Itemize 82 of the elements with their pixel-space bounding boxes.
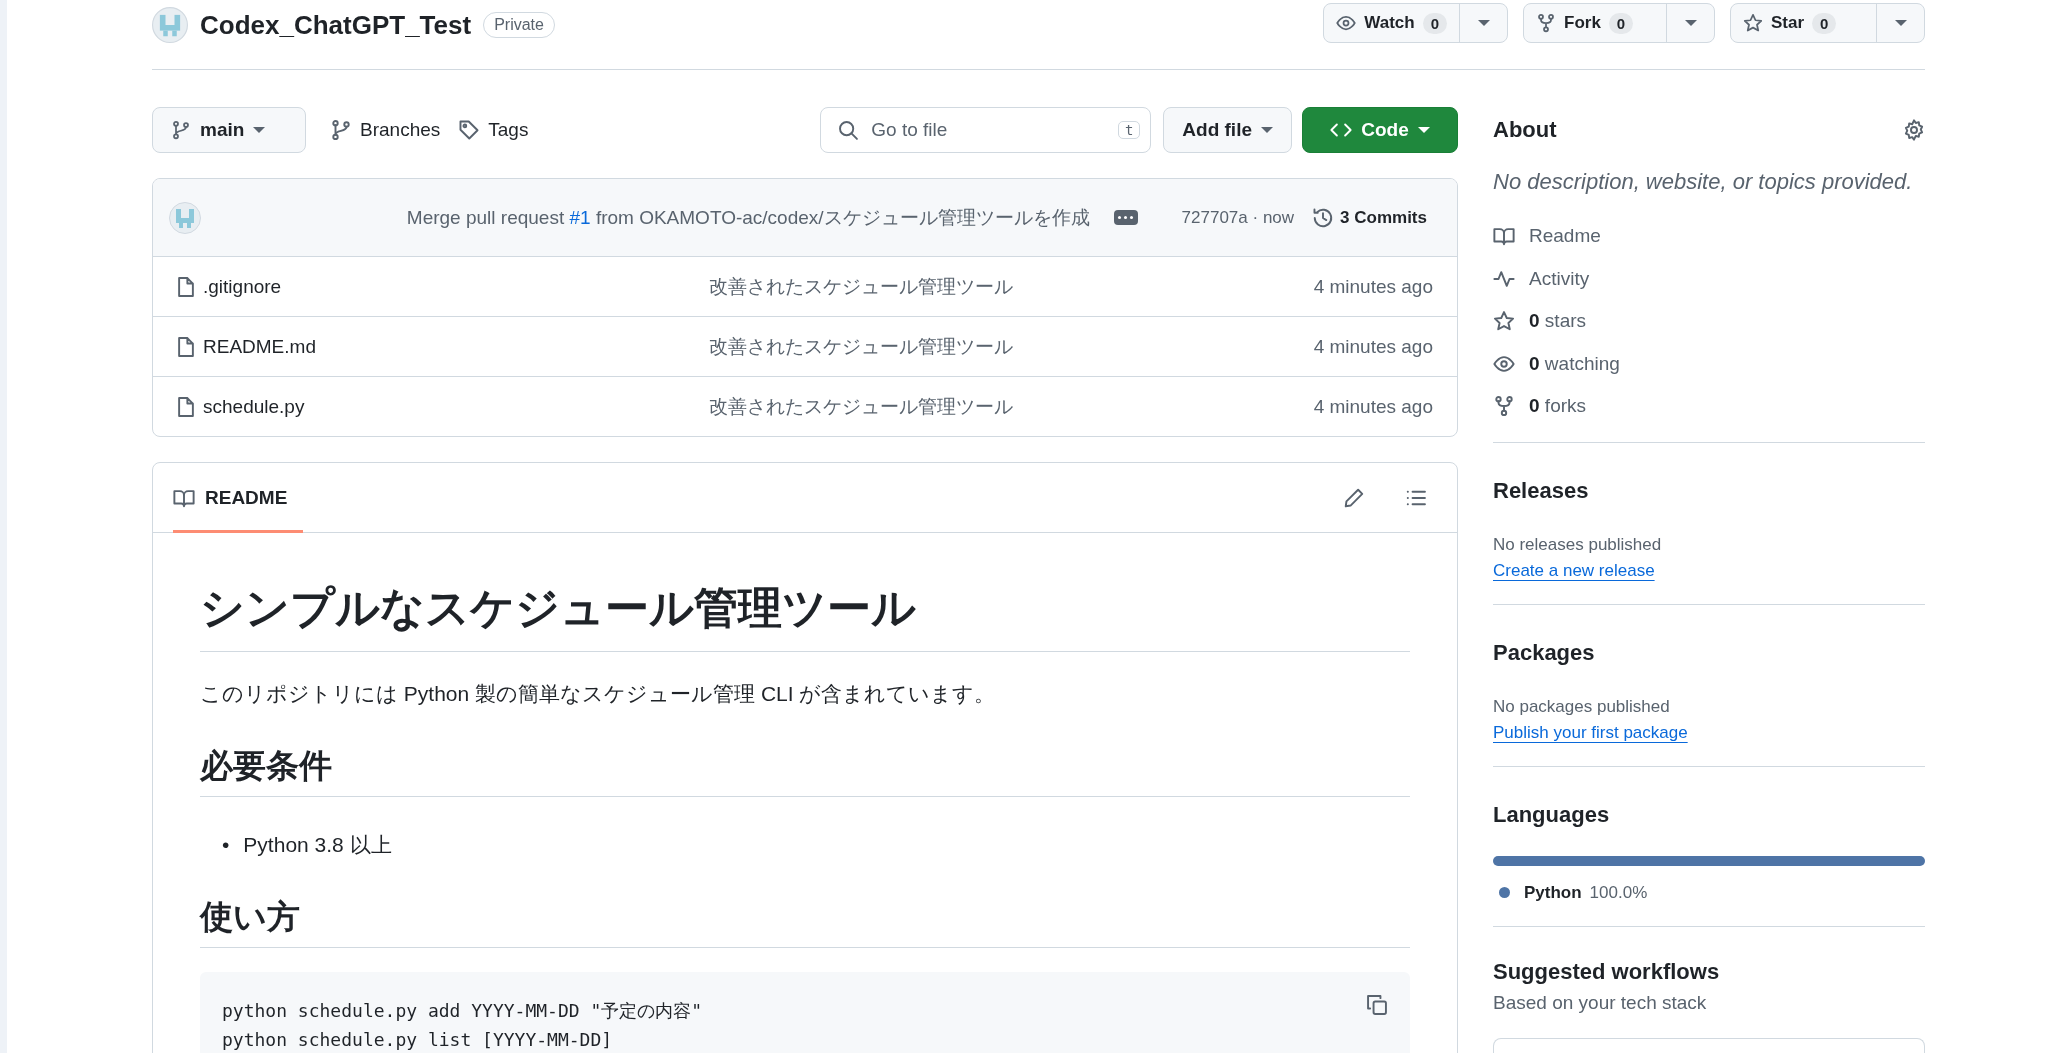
create-link[interactable]: Publish your first package: [1493, 722, 1688, 742]
shortcut-key: t: [1117, 121, 1141, 139]
branch-selector[interactable]: main: [152, 107, 306, 153]
star-icon: [1743, 13, 1763, 33]
readme-heading: シンプルなスケジュール管理ツール: [200, 581, 1410, 652]
file-icon: [175, 335, 197, 358]
commit-message: Merge pull request #1 from OKAMOTO-ac/codex/スケジュール管理ツールを作成: [406, 205, 1090, 230]
language-name[interactable]: Python: [1524, 882, 1582, 903]
commit-time: 4 minutes ago: [1313, 395, 1433, 418]
section-title: Packages: [1493, 639, 1595, 666]
eye-icon: [1336, 13, 1357, 33]
section-subtitle: Based on your tech stack: [1493, 991, 1708, 1014]
search-icon: [837, 119, 860, 141]
settings-button[interactable]: [1903, 119, 1925, 141]
avatar-icon: [169, 201, 201, 234]
commits-link[interactable]: 3 Commits: [1312, 206, 1427, 229]
pull-request-link[interactable]: #1: [569, 206, 591, 228]
pencil-icon: [1343, 486, 1365, 509]
language-percent: 100.0%: [1589, 882, 1648, 903]
caret-icon: [253, 127, 266, 133]
commit-message[interactable]: 改善されたスケジュール管理ツール: [709, 393, 1013, 420]
create-link[interactable]: Create a new release: [1493, 560, 1655, 580]
expand-button[interactable]: [1113, 210, 1138, 225]
commit-time: 4 minutes ago: [1313, 275, 1433, 298]
readme-tab[interactable]: README: [173, 463, 304, 533]
repo-name[interactable]: Codex_ChatGPT_Test: [200, 9, 472, 41]
branch-icon: [171, 120, 191, 140]
search-field[interactable]: Go to file t: [820, 107, 1152, 153]
avatar-icon: [152, 7, 188, 43]
empty-message: No packages published: [1493, 695, 1671, 718]
nav-link[interactable]: Tags: [454, 119, 533, 141]
section-title: Releases: [1493, 477, 1589, 504]
action-button[interactable]: Fork 0: [1524, 4, 1646, 42]
tag-icon: [458, 119, 481, 141]
file-name[interactable]: README.md: [203, 335, 316, 358]
book-icon: [173, 487, 195, 509]
file-name[interactable]: .gitignore: [203, 275, 282, 298]
empty-message: No releases published: [1493, 533, 1663, 556]
about-link[interactable]: Activity: [1493, 257, 1590, 300]
search-input[interactable]: Go to file: [869, 118, 1108, 142]
caret-icon: [1894, 20, 1907, 26]
file-name[interactable]: schedule.py: [203, 395, 305, 418]
about-link[interactable]: 0 stars: [1493, 300, 1587, 343]
readme-paragraph: このリポジトリには Python 製の簡単なスケジュール管理 CLI が含まれています。: [200, 681, 997, 707]
caret-icon: [1417, 127, 1430, 133]
counter: 0: [1422, 12, 1447, 34]
caret-icon: [1684, 20, 1697, 26]
fork-icon: [1493, 395, 1515, 418]
section-title: About: [1493, 117, 1557, 143]
code-button[interactable]: Code: [1302, 107, 1458, 153]
list-item: Python 3.8 以上: [243, 832, 392, 858]
clock-icon: [1312, 206, 1335, 229]
nav-link[interactable]: Branches: [326, 119, 445, 141]
star-icon: [1493, 310, 1515, 333]
section-heading: 必要条件: [200, 746, 1410, 797]
action-button[interactable]: Star 0: [1731, 4, 1849, 42]
settings-icon: [1903, 119, 1925, 141]
commit-time: 4 minutes ago: [1313, 335, 1433, 358]
book-icon: [1493, 225, 1515, 248]
file-icon: [175, 275, 197, 298]
section-title: Suggested workflows: [1493, 958, 1720, 985]
section-heading: 使い方: [200, 896, 1410, 948]
counter: 0: [1608, 12, 1634, 34]
about-link[interactable]: 0 watching: [1493, 342, 1620, 385]
caret-icon: [1261, 127, 1273, 133]
commit-message[interactable]: 改善されたスケジュール管理ツール: [709, 333, 1013, 360]
branch-icon: [330, 119, 352, 141]
list-bullet: •: [222, 832, 230, 858]
action-button[interactable]: Watch 0: [1324, 4, 1459, 42]
caret-icon: [1477, 20, 1490, 26]
about-link[interactable]: Readme: [1493, 215, 1601, 258]
file-icon: [175, 395, 197, 418]
about-link[interactable]: 0 forks: [1493, 385, 1587, 428]
section-title: Languages: [1493, 801, 1610, 828]
commit-hash[interactable]: 727707a · now: [1181, 207, 1295, 228]
about-description: No description, website, or topics provided.: [1493, 168, 1914, 196]
fork-icon: [1536, 13, 1556, 33]
add-file-button[interactable]: Add file: [1163, 107, 1292, 153]
code-text: python schedule.py add YYYY-MM-DD "予定の内容" python schedule.py list [YYYY-MM-DD]: [222, 998, 703, 1052]
commit-message[interactable]: 改善されたスケジュール管理ツール: [709, 273, 1013, 300]
copy-icon: [1366, 993, 1388, 1016]
counter: 0: [1812, 12, 1837, 34]
